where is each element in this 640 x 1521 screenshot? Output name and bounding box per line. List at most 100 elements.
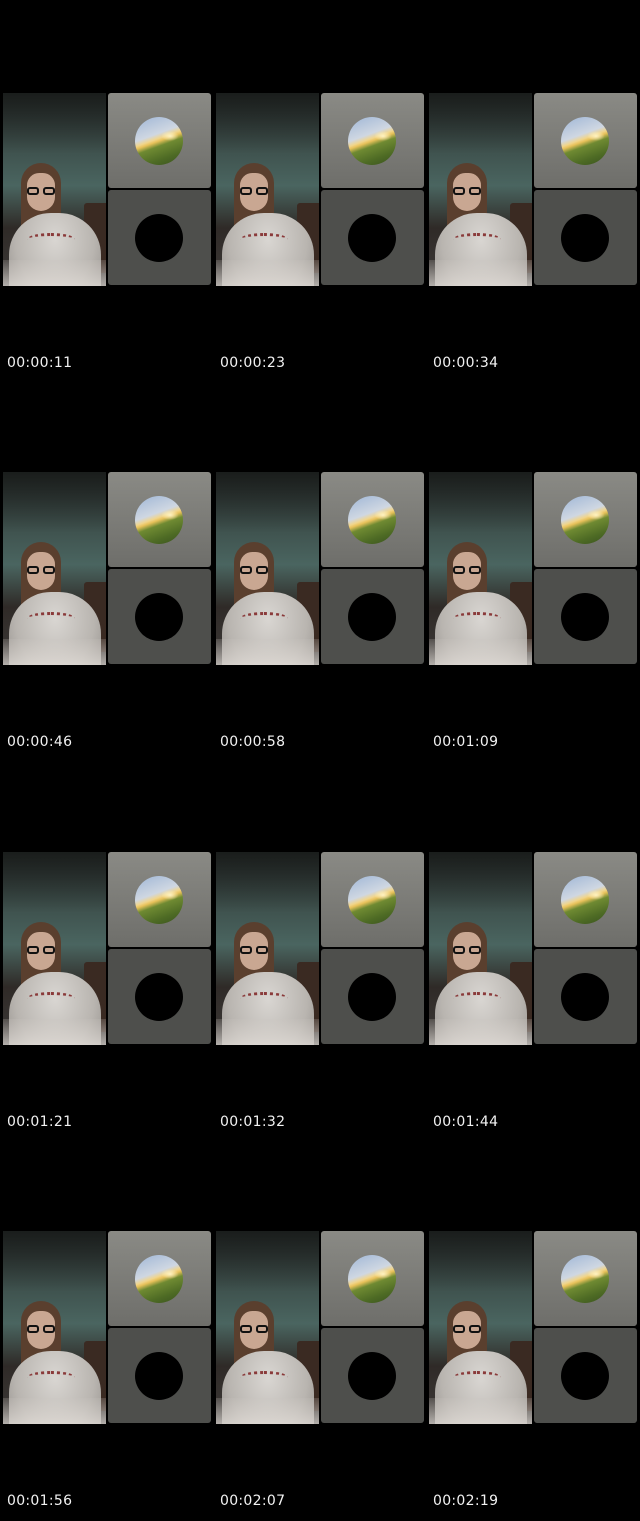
- sun-glow: [374, 131, 392, 141]
- frame-timestamp: 00:02:19: [433, 1493, 499, 1509]
- camera-feed-frame: [216, 852, 319, 1045]
- participant-tile-blank[interactable]: [321, 569, 424, 664]
- participant-tile-sunset[interactable]: [534, 852, 637, 947]
- frame-timestamp: 00:01:32: [220, 1114, 286, 1130]
- participant-tile-blank[interactable]: [534, 1328, 637, 1423]
- camera-feed-frame: [216, 1231, 319, 1424]
- video-frame-thumbnail[interactable]: 00:00:34: [429, 93, 639, 383]
- sun-glow: [161, 510, 179, 520]
- video-frame-thumbnail[interactable]: 00:00:11: [3, 93, 213, 383]
- sun-glow: [374, 1269, 392, 1279]
- sun-glow: [161, 131, 179, 141]
- wall-shadow: [216, 1231, 319, 1291]
- blanket: [3, 260, 106, 286]
- sunset-avatar-icon: [135, 117, 183, 165]
- participant-tile-blank[interactable]: [108, 190, 211, 285]
- glasses-icon: [451, 1325, 483, 1333]
- sunset-avatar-icon: [561, 876, 609, 924]
- blank-avatar-icon: [135, 1352, 183, 1400]
- frame-timestamp: 00:01:21: [7, 1114, 73, 1130]
- sun-glow: [161, 1269, 179, 1279]
- blanket: [429, 1398, 532, 1424]
- video-frame-thumbnail[interactable]: 00:01:32: [216, 852, 426, 1142]
- participant-tile-blank[interactable]: [108, 949, 211, 1044]
- wall-shadow: [3, 93, 106, 153]
- glasses-icon: [25, 946, 57, 954]
- video-frame-thumbnail[interactable]: 00:01:09: [429, 472, 639, 762]
- participant-tile-sunset[interactable]: [321, 852, 424, 947]
- frame-timestamp: 00:01:44: [433, 1114, 499, 1130]
- video-frame-thumbnail[interactable]: 00:00:58: [216, 472, 426, 762]
- frame-timestamp: 00:02:07: [220, 1493, 286, 1509]
- blanket: [216, 1019, 319, 1045]
- sunset-avatar-icon: [561, 117, 609, 165]
- glasses-icon: [25, 187, 57, 195]
- participant-tile-sunset[interactable]: [534, 93, 637, 188]
- glasses-icon: [238, 566, 270, 574]
- participant-tile-sunset[interactable]: [108, 1231, 211, 1326]
- participant-tile-blank[interactable]: [534, 949, 637, 1044]
- sunset-avatar-icon: [348, 1255, 396, 1303]
- glasses-icon: [451, 946, 483, 954]
- hoodie-print: [27, 1371, 75, 1384]
- participant-tile-blank[interactable]: [321, 190, 424, 285]
- frame-timestamp: 00:00:58: [220, 734, 286, 750]
- camera-feed-frame: [429, 852, 532, 1045]
- video-frame-thumbnail[interactable]: 00:00:23: [216, 93, 426, 383]
- sun-glow: [374, 890, 392, 900]
- participant-tile-sunset[interactable]: [321, 1231, 424, 1326]
- sun-glow: [587, 890, 605, 900]
- participant-tile-sunset[interactable]: [321, 472, 424, 567]
- camera-feed-frame: [216, 472, 319, 665]
- participant-tile-sunset[interactable]: [108, 93, 211, 188]
- hoodie-print: [453, 233, 501, 246]
- video-frame-thumbnail[interactable]: 00:02:07: [216, 1231, 426, 1521]
- hoodie-print: [27, 233, 75, 246]
- sunset-avatar-icon: [135, 1255, 183, 1303]
- participant-tile-sunset[interactable]: [534, 1231, 637, 1326]
- camera-feed-frame: [216, 93, 319, 286]
- hoodie-print: [27, 992, 75, 1005]
- blank-avatar-icon: [135, 593, 183, 641]
- participant-tile-blank[interactable]: [534, 569, 637, 664]
- participant-tile-blank[interactable]: [321, 949, 424, 1044]
- video-frame-thumbnail[interactable]: 00:02:19: [429, 1231, 639, 1521]
- hoodie-print: [27, 612, 75, 625]
- glasses-icon: [238, 1325, 270, 1333]
- video-frame-thumbnail[interactable]: 00:01:21: [3, 852, 213, 1142]
- blank-avatar-icon: [135, 973, 183, 1021]
- blanket: [216, 260, 319, 286]
- participant-tile-blank[interactable]: [534, 190, 637, 285]
- wall-shadow: [429, 852, 532, 912]
- video-frame-thumbnail[interactable]: 00:00:46: [3, 472, 213, 762]
- video-frame-thumbnail[interactable]: 00:01:44: [429, 852, 639, 1142]
- sun-glow: [587, 510, 605, 520]
- sunset-avatar-icon: [348, 876, 396, 924]
- glasses-icon: [25, 566, 57, 574]
- participant-tile-blank[interactable]: [321, 1328, 424, 1423]
- participant-tile-blank[interactable]: [108, 1328, 211, 1423]
- participant-tile-blank[interactable]: [108, 569, 211, 664]
- sunset-avatar-icon: [135, 876, 183, 924]
- glasses-icon: [451, 566, 483, 574]
- camera-feed-frame: [429, 1231, 532, 1424]
- participant-tile-sunset[interactable]: [321, 93, 424, 188]
- sun-glow: [587, 1269, 605, 1279]
- camera-feed-frame: [3, 93, 106, 286]
- frame-timestamp: 00:00:46: [7, 734, 73, 750]
- wall-shadow: [3, 1231, 106, 1291]
- blank-avatar-icon: [348, 973, 396, 1021]
- video-frame-thumbnail[interactable]: 00:01:56: [3, 1231, 213, 1521]
- blanket: [429, 1019, 532, 1045]
- blank-avatar-icon: [348, 214, 396, 262]
- blanket: [3, 639, 106, 665]
- sun-glow: [161, 890, 179, 900]
- blanket: [429, 260, 532, 286]
- sunset-avatar-icon: [561, 496, 609, 544]
- participant-tile-sunset[interactable]: [534, 472, 637, 567]
- wall-shadow: [429, 93, 532, 153]
- participant-tile-sunset[interactable]: [108, 852, 211, 947]
- participant-tile-sunset[interactable]: [108, 472, 211, 567]
- blanket: [216, 639, 319, 665]
- hoodie-print: [453, 612, 501, 625]
